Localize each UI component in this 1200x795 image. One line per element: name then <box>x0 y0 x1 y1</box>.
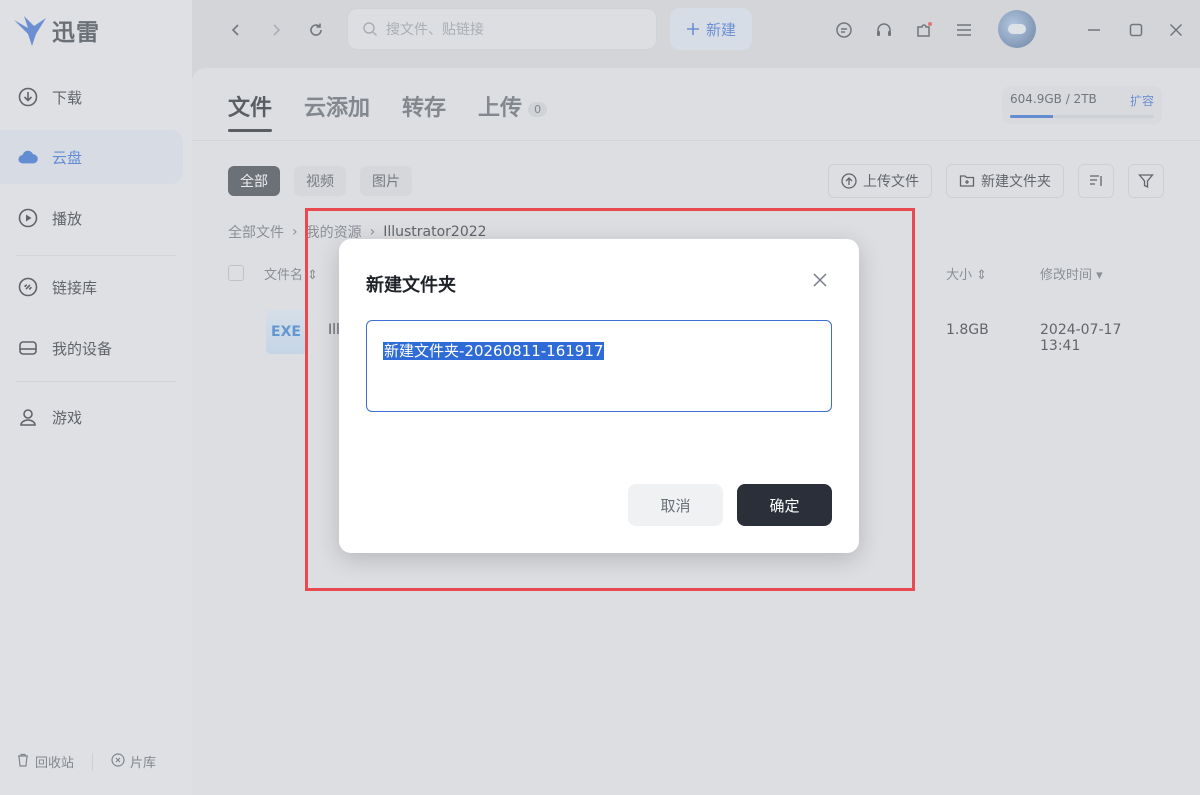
dialog-title: 新建文件夹 <box>366 275 456 296</box>
dialog-close-button[interactable] <box>811 271 829 289</box>
confirm-button[interactable]: 确定 <box>737 484 832 526</box>
close-icon <box>813 273 827 287</box>
folder-name-value: 新建文件夹-20260811-161917 <box>383 342 605 360</box>
folder-name-input[interactable]: 新建文件夹-20260811-161917 <box>366 320 832 412</box>
new-folder-dialog: 新建文件夹 新建文件夹-20260811-161917 取消 确定 <box>339 239 859 553</box>
cancel-button[interactable]: 取消 <box>628 484 723 526</box>
